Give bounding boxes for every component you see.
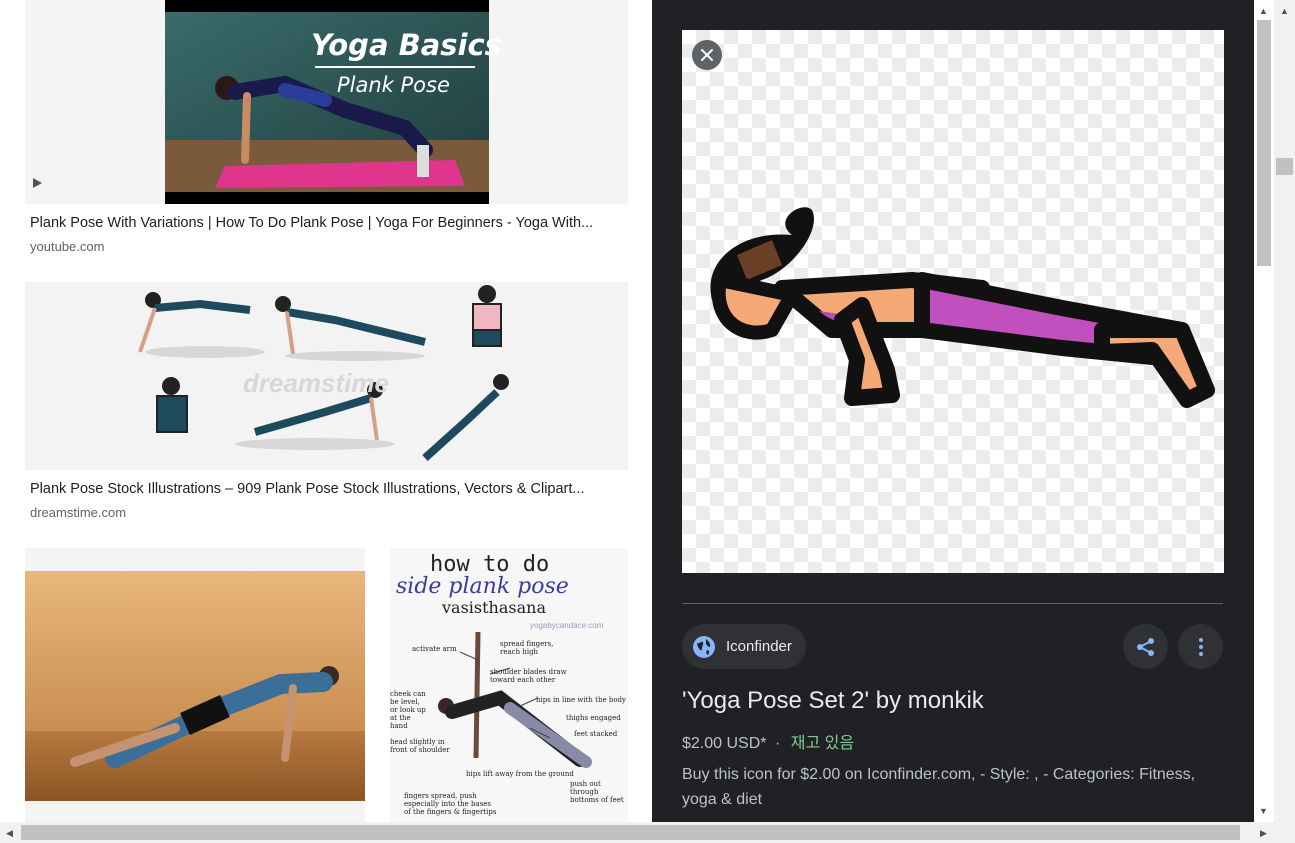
preview-scroll-thumb[interactable]: [1257, 20, 1271, 266]
page-scrollbar[interactable]: ▲: [1274, 0, 1295, 822]
preview-divider: [682, 603, 1223, 604]
horizontal-scroll-thumb[interactable]: [21, 825, 1240, 840]
infographic-note: activate arm: [412, 645, 457, 653]
result-title[interactable]: Plank Pose Stock Illustrations – 909 Pla…: [30, 481, 628, 497]
result-thumbnail-infographic[interactable]: how to do side plank pose vasisthasana y…: [390, 548, 628, 822]
source-name: Iconfinder: [726, 638, 792, 655]
share-button[interactable]: [1123, 624, 1168, 669]
close-icon: [701, 49, 713, 61]
price-row: $2.00 USD* · 재고 있음: [682, 729, 854, 753]
result-title[interactable]: Plank Pose With Variations | How To Do P…: [30, 215, 628, 231]
yoga-basics-underline: [315, 66, 475, 68]
infographic-note: thighs engaged: [566, 714, 621, 722]
more-vert-icon: [1198, 637, 1203, 656]
image-preview-panel: Iconfinder 'Yoga Pose Set 2' by monkik $…: [652, 0, 1254, 822]
more-options-button[interactable]: [1178, 624, 1223, 669]
stock-status: 재고 있음: [790, 735, 855, 752]
infographic-note: hips in line with the body: [536, 696, 626, 704]
globe-icon: [693, 635, 715, 658]
infographic-note: push out through bottoms of feet: [570, 780, 624, 804]
play-icon: [33, 178, 42, 188]
infographic-note: feet stacked: [574, 730, 618, 738]
plank-pose-icon: [710, 207, 1215, 408]
result-thumbnail-illustrations[interactable]: dreamstime: [25, 282, 628, 470]
preview-image[interactable]: [682, 30, 1224, 573]
infographic-note: spread fingers, reach high: [500, 640, 554, 656]
infographic-note: cheek can be level, or look up at the ha…: [390, 690, 426, 730]
infographic-note: head slightly in front of shoulder: [390, 738, 450, 754]
infographic-note: fingers spread, push especially into the…: [404, 792, 497, 816]
image-search-page: Yoga Basics Plank Pose Plank Pose With V…: [0, 0, 1295, 843]
price-separator: ·: [774, 735, 781, 752]
close-preview-button[interactable]: [692, 40, 722, 70]
preview-scrollbar[interactable]: ▲ ▼: [1254, 0, 1274, 822]
scroll-left-arrow-icon[interactable]: ◀: [6, 828, 13, 838]
preview-title[interactable]: 'Yoga Pose Set 2' by monkik: [682, 687, 984, 715]
result-thumbnail-video[interactable]: Yoga Basics Plank Pose: [25, 0, 628, 204]
reverse-plank-photo: [25, 571, 365, 801]
scroll-up-arrow-icon[interactable]: ▲: [1259, 6, 1268, 16]
result-source[interactable]: youtube.com: [30, 239, 104, 254]
result-thumbnail-photo[interactable]: [25, 548, 365, 822]
plank-pose-subtitle-text: Plank Pose: [337, 73, 450, 97]
infographic-note: shoulder blades draw toward each other: [490, 668, 567, 684]
page-scroll-up-arrow-icon[interactable]: ▲: [1280, 6, 1289, 16]
dreamstime-watermark: dreamstime: [243, 368, 389, 398]
price: $2.00 USD*: [682, 735, 767, 752]
result-source[interactable]: dreamstime.com: [30, 505, 126, 520]
scroll-down-arrow-icon[interactable]: ▼: [1259, 806, 1268, 816]
share-icon: [1136, 637, 1154, 656]
source-chip[interactable]: Iconfinder: [682, 624, 806, 669]
scroll-right-arrow-icon[interactable]: ▶: [1260, 828, 1267, 838]
horizontal-scrollbar[interactable]: ◀ ▶: [0, 822, 1295, 843]
yoga-basics-title-text: Yoga Basics: [311, 28, 502, 62]
results-column: Yoga Basics Plank Pose Plank Pose With V…: [0, 0, 652, 822]
preview-description: Buy this icon for $2.00 on Iconfinder.co…: [682, 766, 1196, 808]
infographic-note: hips lift away from the ground: [466, 770, 574, 778]
page-scroll-thumb[interactable]: [1276, 158, 1293, 175]
